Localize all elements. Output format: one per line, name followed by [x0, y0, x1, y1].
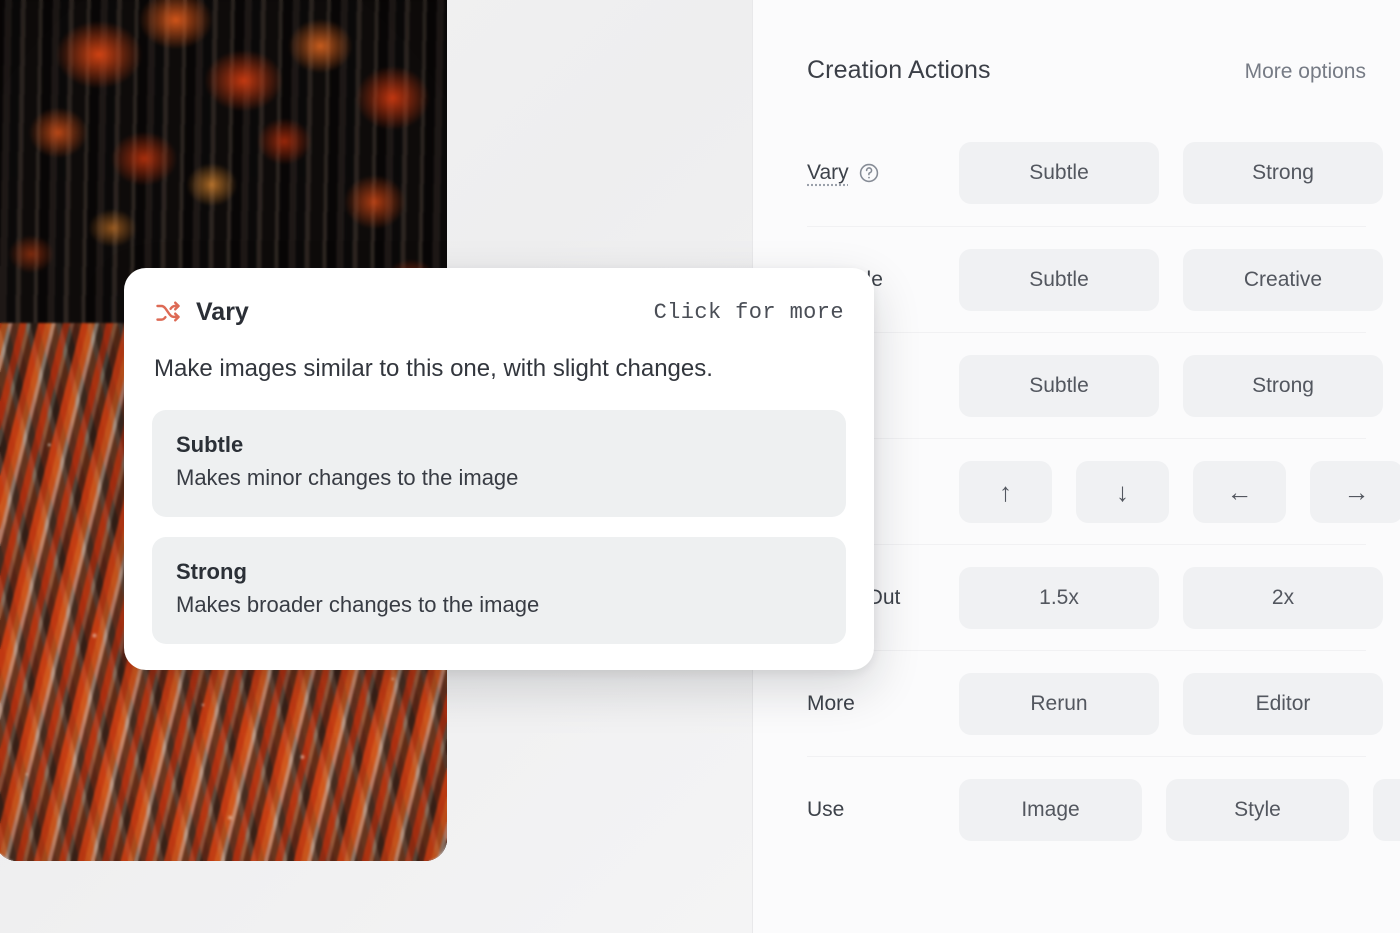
arrow-up-icon: ↑ — [999, 479, 1012, 505]
popover-title: Vary — [196, 298, 249, 327]
row-label-text: Vary — [807, 161, 849, 185]
row-buttons-remix: Subtle Strong — [959, 355, 1383, 417]
pan-left-button[interactable]: ← — [1193, 461, 1286, 523]
row-label-text: Use — [807, 798, 844, 822]
zoom-out-1-5x-button[interactable]: 1.5x — [959, 567, 1159, 629]
row-buttons-more: Rerun Editor — [959, 673, 1383, 735]
help-circle-icon[interactable] — [858, 162, 880, 184]
remix-strong-button[interactable]: Strong — [1183, 355, 1383, 417]
row-label-use: Use — [807, 798, 959, 822]
pan-right-button[interactable]: → — [1310, 461, 1400, 523]
use-prompt-button[interactable]: Prompt — [1373, 779, 1400, 841]
panel-header: Creation Actions More options — [807, 0, 1366, 96]
row-buttons-pan: ↑ ↓ ← → — [959, 461, 1400, 523]
row-buttons-upscale: Subtle Creative — [959, 249, 1383, 311]
row-buttons-vary: Subtle Strong — [959, 142, 1383, 204]
popover-option-title: Subtle — [176, 432, 822, 458]
action-row-pan: Pan ↑ ↓ ← → — [807, 438, 1366, 544]
remix-subtle-button[interactable]: Subtle — [959, 355, 1159, 417]
action-row-more: More Rerun Editor — [807, 650, 1366, 756]
popover-options: Subtle Makes minor changes to the image … — [152, 410, 846, 644]
row-label-more: More — [807, 692, 959, 716]
zoom-out-2x-button[interactable]: 2x — [1183, 567, 1383, 629]
use-style-button[interactable]: Style — [1166, 779, 1349, 841]
row-label-vary: Vary — [807, 161, 959, 185]
app-root: Creation Actions More options Vary — [0, 0, 1400, 933]
more-options-button[interactable]: More options — [1245, 60, 1366, 84]
popover-header-left: Vary — [154, 298, 249, 327]
row-buttons-zoom-out: 1.5x 2x — [959, 567, 1383, 629]
popover-option-subtle[interactable]: Subtle Makes minor changes to the image — [152, 410, 846, 517]
page-title: Creation Actions — [807, 56, 991, 85]
popover-description: Make images similar to this one, with sl… — [152, 353, 846, 384]
row-label-text: More — [807, 692, 855, 716]
upscale-subtle-button[interactable]: Subtle — [959, 249, 1159, 311]
vary-info-popover: Vary Click for more Make images similar … — [124, 268, 874, 670]
action-row-remix: Remix Subtle Strong — [807, 332, 1366, 438]
action-row-upscale: Upscale Subtle Creative — [807, 226, 1366, 332]
action-row-vary: Vary Subtle Strong — [807, 120, 1366, 226]
arrow-left-icon: ← — [1227, 479, 1253, 505]
vary-subtle-button[interactable]: Subtle — [959, 142, 1159, 204]
popover-option-description: Makes minor changes to the image — [176, 465, 822, 491]
shuffle-icon — [154, 299, 182, 327]
pan-up-button[interactable]: ↑ — [959, 461, 1052, 523]
more-editor-button[interactable]: Editor — [1183, 673, 1383, 735]
action-row-zoom-out: Zoom Out 1.5x 2x — [807, 544, 1366, 650]
arrow-down-icon: ↓ — [1116, 479, 1129, 505]
more-rerun-button[interactable]: Rerun — [959, 673, 1159, 735]
upscale-creative-button[interactable]: Creative — [1183, 249, 1383, 311]
action-row-use: Use Image Style Prompt — [807, 756, 1366, 862]
row-buttons-use: Image Style Prompt — [959, 779, 1400, 841]
popover-header: Vary Click for more — [152, 298, 846, 327]
popover-option-strong[interactable]: Strong Makes broader changes to the imag… — [152, 537, 846, 644]
popover-option-title: Strong — [176, 559, 822, 585]
popover-click-hint: Click for more — [654, 300, 844, 325]
pan-down-button[interactable]: ↓ — [1076, 461, 1169, 523]
popover-option-description: Makes broader changes to the image — [176, 592, 822, 618]
action-rows: Vary Subtle Strong — [807, 120, 1366, 862]
arrow-right-icon: → — [1344, 479, 1370, 505]
use-image-button[interactable]: Image — [959, 779, 1142, 841]
vary-strong-button[interactable]: Strong — [1183, 142, 1383, 204]
